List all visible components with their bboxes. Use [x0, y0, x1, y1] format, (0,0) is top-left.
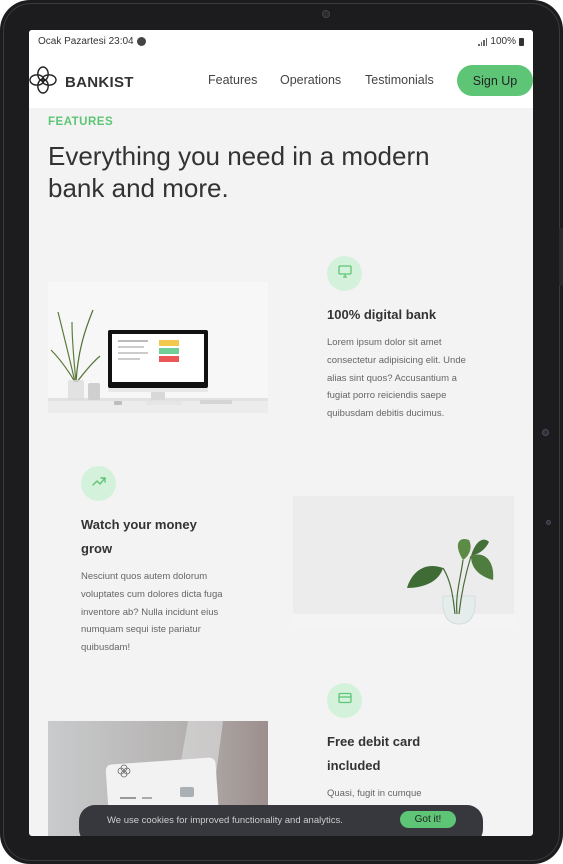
credit-card-icon [337, 690, 353, 711]
trending-up-icon [91, 473, 107, 494]
accept-cookies-button[interactable]: Got it! [400, 811, 456, 828]
feature-title: 100% digital bank [327, 307, 437, 322]
section-label: FEATURES [48, 116, 114, 128]
notification-icon [136, 37, 146, 46]
bankist-logo-icon [29, 66, 57, 99]
nav-link-features[interactable]: Features [208, 73, 257, 87]
plant-image [293, 496, 514, 628]
brand-logo[interactable]: BANKIST [29, 66, 134, 99]
debit-card-icon-circle [327, 683, 362, 718]
side-sensor [546, 520, 551, 525]
front-camera [322, 10, 330, 18]
sign-up-button[interactable]: Sign Up [457, 65, 533, 96]
feature-title: Free debit card included [327, 734, 421, 773]
status-left: Ocak Pazartesi 23:04 [38, 36, 146, 47]
nav-link-testimonials[interactable]: Testimonials [365, 73, 434, 87]
nav-link-operations[interactable]: Operations [280, 73, 341, 87]
cookie-banner: We use cookies for improved functionalit… [79, 805, 483, 836]
battery-percent: 100% [490, 36, 516, 47]
feature-text: Lorem ipsum dolor sit amet consectetur a… [327, 337, 466, 420]
digital-bank-image [48, 282, 268, 413]
battery-icon [519, 37, 524, 46]
status-bar: Ocak Pazartesi 23:04 100% [29, 30, 533, 54]
monitor-icon [337, 263, 353, 284]
feature-text: Quasi, fugit in cumque [327, 788, 422, 799]
cookie-message: We use cookies for improved functionalit… [107, 815, 343, 826]
tablet-frame: Ocak Pazartesi 23:04 100% BANKIST Featur… [0, 0, 563, 864]
status-right: 100% [478, 36, 524, 47]
navbar: BANKIST Features Operations Testimonials… [29, 54, 533, 108]
volume-button [559, 228, 563, 286]
status-time: Ocak Pazartesi 23:04 [38, 36, 134, 47]
signal-icon [478, 37, 488, 46]
digital-bank-icon-circle [327, 256, 362, 291]
feature-text: Nesciunt quos autem dolorum voluptates c… [81, 571, 223, 654]
brand-name: BANKIST [65, 74, 134, 91]
side-sensor [542, 429, 549, 436]
feature-title: Watch your money grow [81, 517, 197, 556]
section-heading: Everything you need in a modern bank and… [48, 141, 430, 203]
screen: Ocak Pazartesi 23:04 100% BANKIST Featur… [29, 30, 533, 836]
grow-icon-circle [81, 466, 116, 501]
